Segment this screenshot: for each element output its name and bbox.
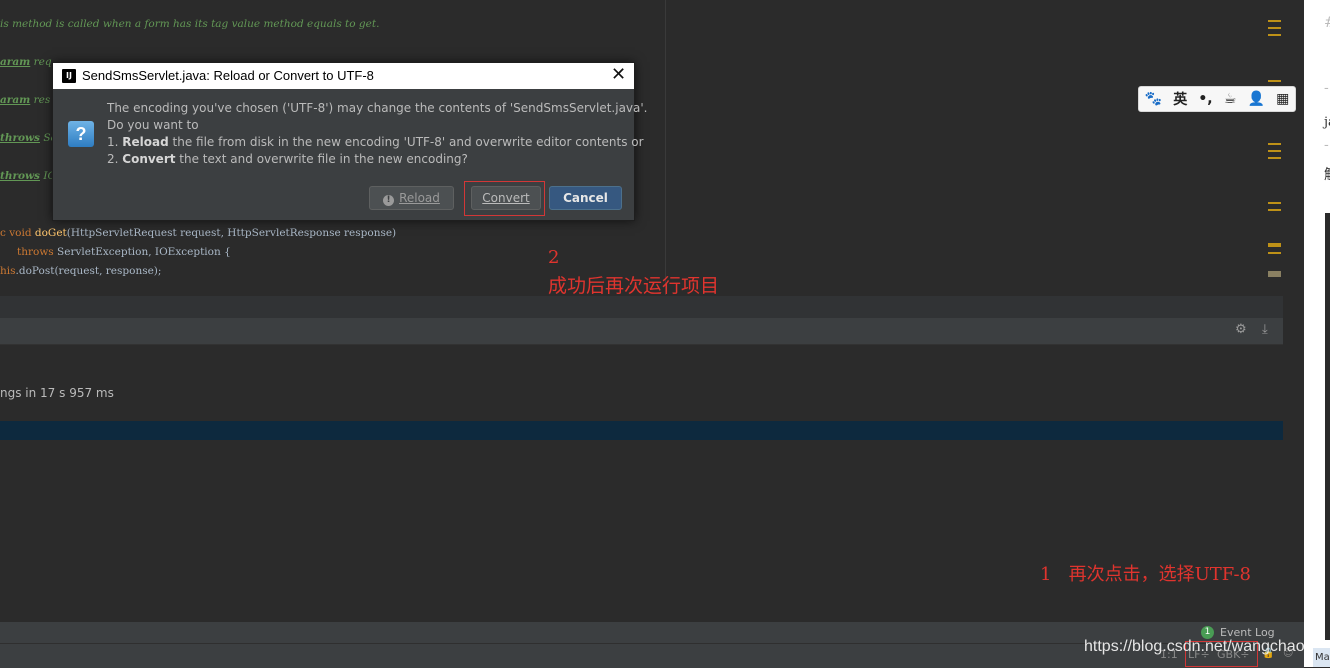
- paw-icon[interactable]: 🐾: [1145, 91, 1162, 107]
- user-icon[interactable]: 👤: [1248, 91, 1265, 107]
- cup-icon[interactable]: ☕: [1224, 91, 1237, 107]
- method-params: (HttpServletRequest request, HttpServlet…: [66, 227, 397, 239]
- reload-convert-dialog: IJ SendSmsServlet.java: Reload or Conver…: [52, 62, 648, 221]
- cancel-button[interactable]: Cancel: [549, 186, 622, 210]
- download-icon[interactable]: ⤓: [1262, 322, 1268, 337]
- panel-char: -: [1324, 137, 1329, 153]
- option-number: 2.: [107, 152, 123, 166]
- code-line-doc: is method is called when a form has its …: [0, 18, 380, 30]
- javadoc-tag: throws: [0, 170, 40, 182]
- stripe-marker[interactable]: [1268, 27, 1281, 29]
- stripe-marker[interactable]: [1268, 20, 1281, 22]
- call-expression: .doPost(request, response);: [15, 265, 162, 277]
- code-line-call: his.doPost(request, response);: [0, 265, 161, 277]
- panel-dark-strip: [1325, 213, 1330, 640]
- javadoc-tag: aram: [0, 94, 31, 106]
- annotation-step-1-text: 1 再次点击，选择UTF-8: [1040, 564, 1252, 585]
- tool-window-header: [0, 295, 1283, 318]
- language-toggle[interactable]: 英: [1173, 89, 1187, 109]
- stripe-marker[interactable]: [1268, 209, 1281, 211]
- stripe-marker[interactable]: [1268, 80, 1281, 82]
- annotation-step-2-text: 成功后再次运行项目: [548, 275, 720, 297]
- javadoc-tag: throws: [0, 132, 40, 144]
- option-text: the text and overwrite file in the new e…: [175, 152, 468, 166]
- code-line-param-response: aram res: [0, 94, 50, 106]
- stripe-marker[interactable]: [1268, 143, 1281, 145]
- option-keyword: Reload: [122, 135, 169, 149]
- gear-icon[interactable]: ⚙: [1235, 322, 1247, 337]
- build-result-text: ngs in 17 s 957 ms: [0, 386, 114, 400]
- error-stripe[interactable]: [1265, 0, 1283, 295]
- javadoc-text: res: [30, 94, 51, 106]
- reload-button[interactable]: ! Reload: [369, 186, 454, 210]
- dialog-message-line: 1. Reload the file from disk in the new …: [107, 135, 644, 149]
- keyword: throws: [17, 246, 54, 258]
- warning-icon: !: [383, 195, 395, 206]
- dialog-message-line: Do you want to: [107, 118, 199, 132]
- panel-char: ja: [1324, 115, 1330, 130]
- keyword: his: [0, 265, 16, 277]
- panel-char: #: [1324, 15, 1330, 31]
- code-line-signature: c void doGet(HttpServletRequest request,…: [0, 227, 396, 239]
- ime-toolbar: 🐾 英 •, ☕ 👤 ▦: [1138, 86, 1296, 112]
- code-line-throws-2: throws IO: [0, 170, 56, 182]
- code-line-param-request: aram req: [0, 56, 52, 68]
- code-line-throws-1: throws Se: [0, 132, 57, 144]
- right-margin-guide: [665, 0, 666, 295]
- dialog-message-line: 2. Convert the text and overwrite file i…: [107, 152, 468, 166]
- stripe-marker[interactable]: [1268, 271, 1281, 277]
- punctuation-toggle[interactable]: •,: [1198, 91, 1212, 107]
- stripe-marker[interactable]: [1268, 157, 1281, 159]
- stripe-marker[interactable]: [1268, 202, 1281, 204]
- selected-row[interactable]: [0, 421, 1283, 440]
- dialog-message-line: The encoding you've chosen ('UTF-8') may…: [107, 101, 648, 115]
- stripe-marker[interactable]: [1268, 243, 1281, 247]
- keyword: c void: [0, 227, 35, 239]
- option-text: the file from disk in the new encoding '…: [168, 135, 644, 149]
- convert-highlight-box: [464, 181, 545, 216]
- option-number: 1.: [107, 135, 123, 149]
- stripe-marker[interactable]: [1268, 150, 1281, 152]
- panel-char: -: [1324, 80, 1329, 96]
- dialog-title: SendSmsServlet.java: Reload or Convert t…: [82, 68, 374, 83]
- grid-icon[interactable]: ▦: [1276, 91, 1289, 107]
- question-icon: ?: [68, 121, 94, 147]
- close-icon[interactable]: ✕: [611, 64, 626, 85]
- taskbar-tab[interactable]: Ma: [1313, 648, 1330, 667]
- dialog-title-bar[interactable]: IJ SendSmsServlet.java: Reload or Conver…: [53, 63, 634, 89]
- exceptions: ServletException, IOException {: [53, 246, 231, 258]
- annotation-step-2-number: 2: [548, 247, 560, 268]
- intellij-app-icon: IJ: [62, 69, 76, 83]
- code-line-throws: throws ServletException, IOException {: [17, 246, 231, 258]
- reload-label: Reload: [399, 191, 440, 205]
- method-name: doGet: [34, 227, 67, 239]
- stripe-marker[interactable]: [1268, 34, 1281, 36]
- javadoc-text: req: [30, 56, 52, 68]
- tool-window-toolbar: [0, 318, 1283, 345]
- panel-char: 解: [1324, 164, 1330, 184]
- watermark: https://blog.csdn.net/wangchaoni: [1084, 638, 1318, 655]
- javadoc-tag: aram: [0, 56, 31, 68]
- option-keyword: Convert: [122, 152, 176, 166]
- stripe-marker[interactable]: [1268, 252, 1281, 254]
